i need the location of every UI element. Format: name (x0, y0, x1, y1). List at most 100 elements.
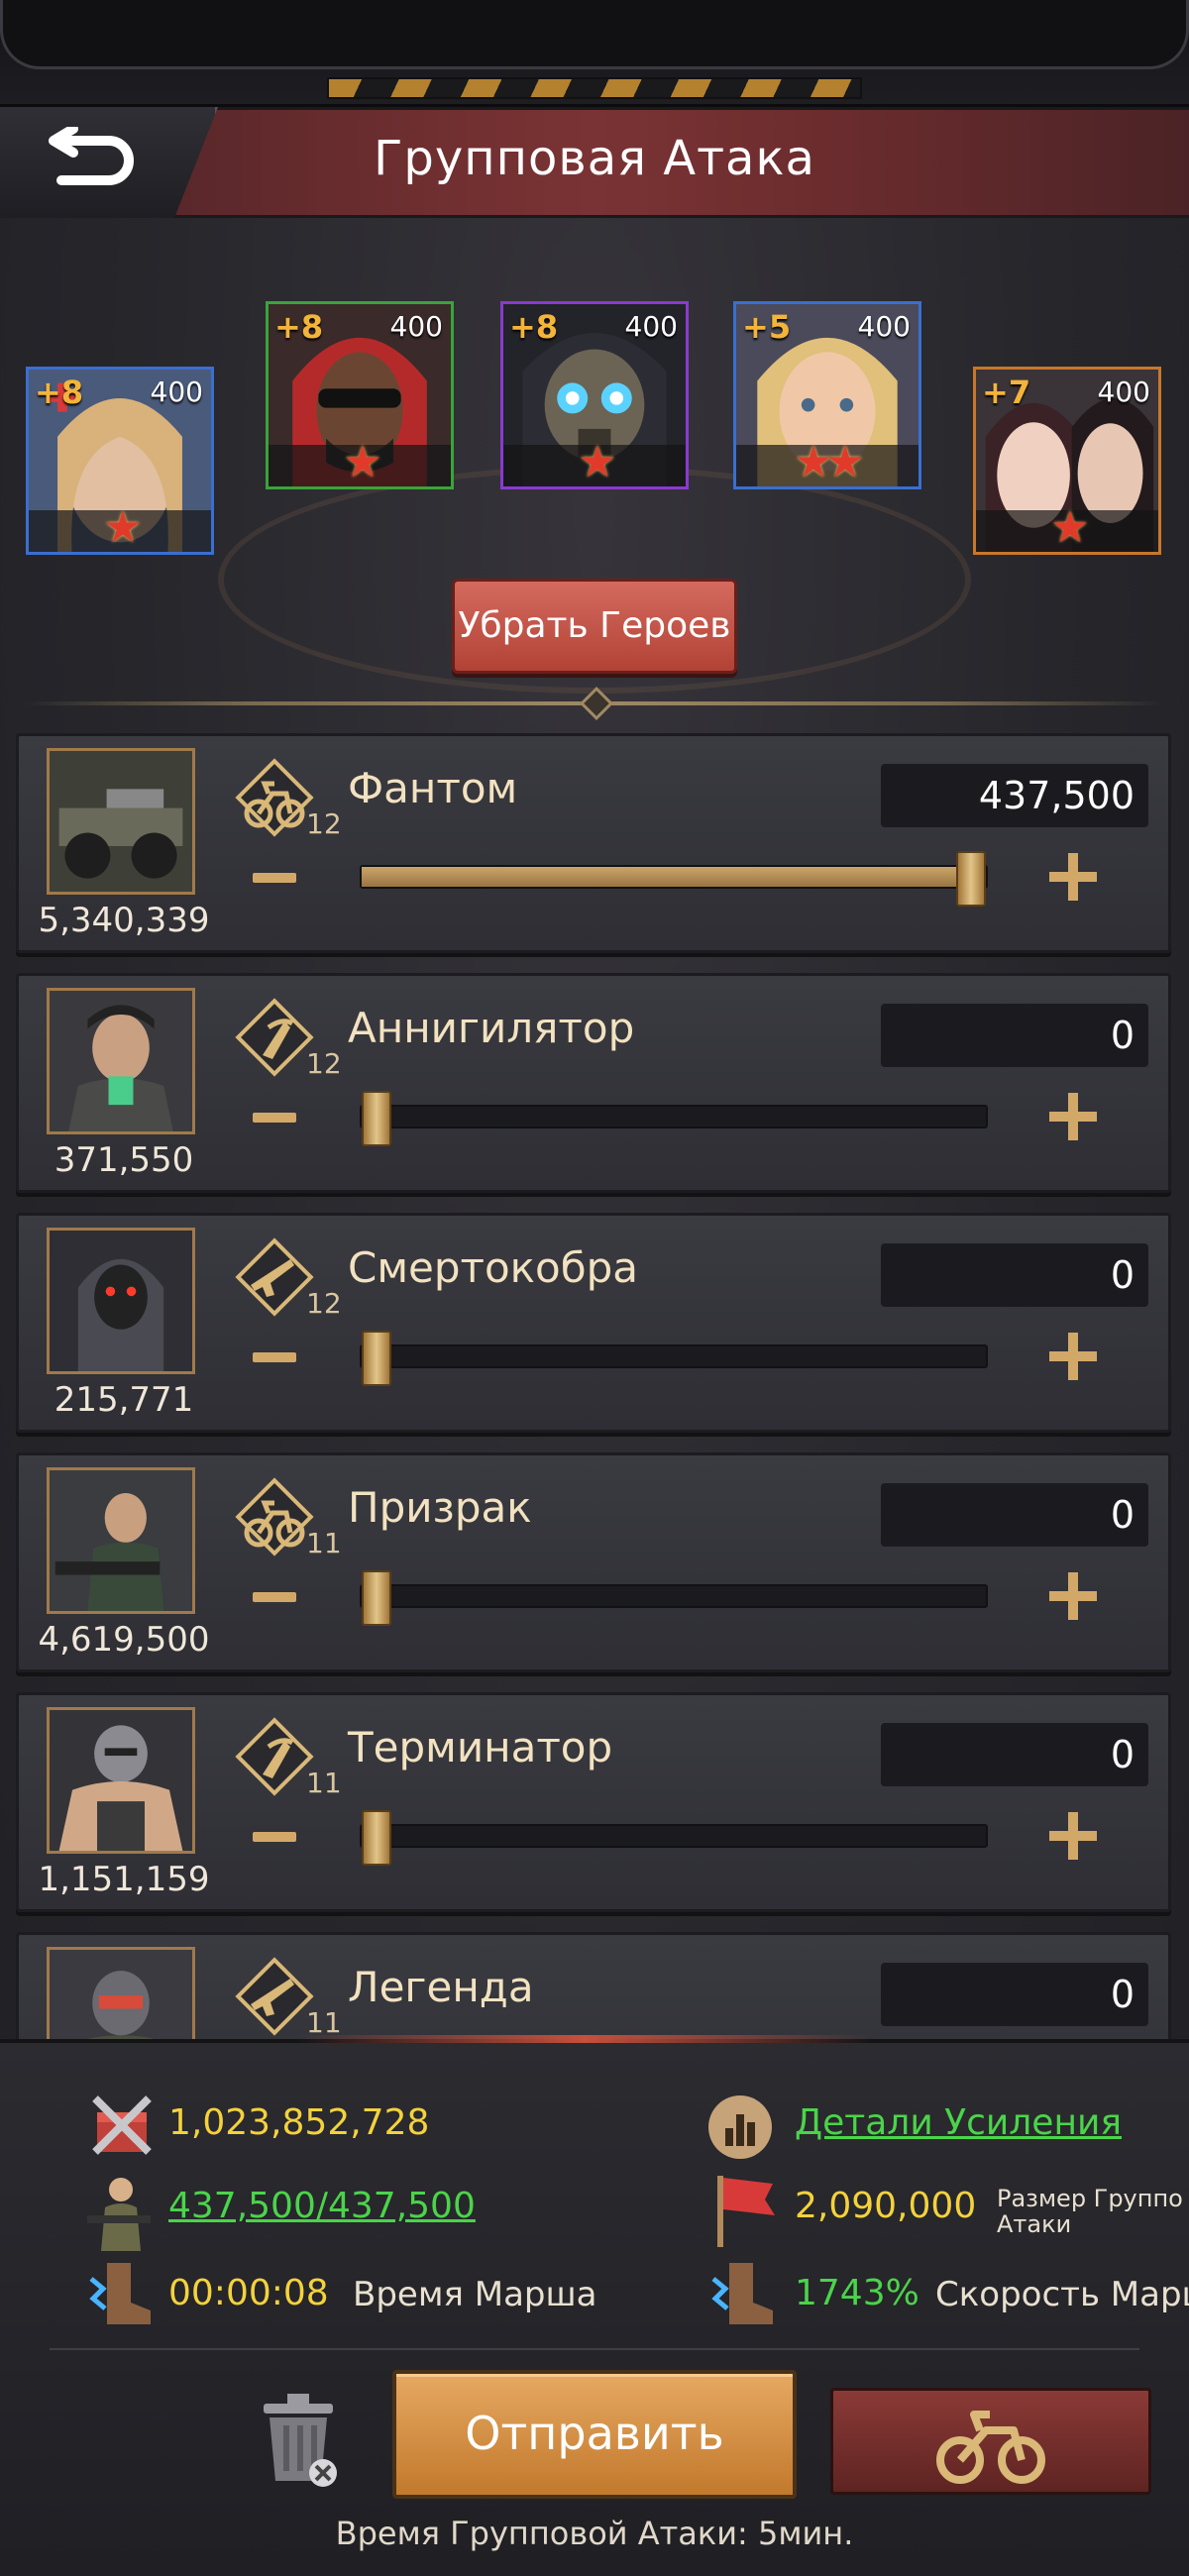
quantity-slider[interactable] (360, 1331, 988, 1386)
unit-quantity-input[interactable]: 0 (881, 1004, 1148, 1067)
hero-level: +5 (742, 308, 792, 346)
increase-button[interactable] (1049, 853, 1097, 901)
slider-handle[interactable] (362, 1091, 391, 1146)
unit-row: 5,340,339 12 Фантом 437,500 (16, 733, 1171, 953)
hero-slot-1[interactable]: +8 400 ★ (26, 367, 214, 555)
unit-available-count: 215,771 (54, 1380, 194, 1420)
unit-row: 371,550 12 Аннигилятор 0 (16, 973, 1171, 1193)
rally-size-value: 2,090,000 (795, 2186, 977, 2226)
unit-quantity-input[interactable]: 0 (881, 1483, 1148, 1547)
boost-details-link[interactable]: Детали Усиления (795, 2102, 1122, 2143)
rally-size-label: Размер Группо Атаки (997, 2186, 1189, 2239)
rocket-icon (235, 998, 314, 1077)
unit-quantity-input[interactable]: 0 (881, 1963, 1148, 2026)
quantity-slider[interactable] (360, 1810, 988, 1866)
quantity-slider[interactable] (360, 851, 988, 907)
unit-tier: 12 (306, 807, 342, 840)
unit-row: 11 Легенда 0 (16, 1932, 1171, 2039)
hero-slot-5[interactable]: +7 400 ★ (973, 367, 1161, 555)
hero-power: 400 (624, 310, 678, 343)
unit-thumbnail (47, 988, 195, 1134)
panel-separator (50, 2348, 1139, 2350)
flag-icon (717, 2176, 775, 2247)
star-icon: ★ (343, 437, 382, 487)
unit-tier: 11 (306, 1767, 342, 1799)
motorcycle-icon (235, 1477, 314, 1556)
unit-thumbnail (47, 1228, 195, 1374)
unit-available-count: 371,550 (54, 1140, 194, 1180)
decrease-button[interactable] (253, 1592, 296, 1602)
unit-thumbnail (47, 1947, 195, 2039)
unit-thumbnail (47, 1467, 195, 1614)
march-time-value: 00:00:08 (168, 2273, 329, 2313)
unit-name: Призрак (348, 1483, 532, 1532)
hero-power: 400 (389, 310, 443, 343)
motorcycle-icon (235, 758, 314, 837)
hero-level: +8 (509, 308, 559, 346)
unit-row: 215,771 12 Смертокобра 0 (16, 1213, 1171, 1433)
unit-name: Легенда (348, 1963, 534, 2011)
unit-available-count: 4,619,500 (38, 1620, 210, 1660)
send-button[interactable]: Отправить (392, 2370, 797, 2499)
hero-slot-4[interactable]: +5 400 ★ ★ (733, 301, 921, 489)
quantity-slider[interactable] (360, 1091, 988, 1146)
slider-handle[interactable] (362, 1570, 391, 1626)
unit-row: 4,619,500 11 Призрак 0 (16, 1452, 1171, 1672)
hero-slot-3[interactable]: +8 400 ★ (500, 301, 689, 489)
decrease-button[interactable] (253, 1113, 296, 1123)
decrease-button[interactable] (253, 873, 296, 883)
hero-level: +8 (274, 308, 324, 346)
hero-slot-2[interactable]: +8 400 ★ (266, 301, 454, 489)
increase-button[interactable] (1049, 1333, 1097, 1380)
page-title: Групповая Атака (374, 131, 815, 186)
remove-heroes-button[interactable]: Убрать Героев (452, 579, 737, 674)
unit-tier: 12 (306, 1047, 342, 1080)
quantity-slider[interactable] (360, 1570, 988, 1626)
march-speed-label: Скорость Марш (935, 2275, 1189, 2314)
power-icon (92, 2095, 152, 2155)
march-boot-icon (89, 2263, 151, 2324)
decrease-button[interactable] (253, 1832, 296, 1842)
unit-name: Аннигилятор (348, 1004, 635, 1052)
hazard-stripes (327, 77, 862, 99)
increase-button[interactable] (1049, 1812, 1097, 1860)
unit-tier: 12 (306, 1287, 342, 1320)
soldier-icon (87, 2178, 151, 2251)
boost-details-icon[interactable] (705, 2093, 775, 2162)
unit-available-count: 1,151,159 (38, 1860, 210, 1899)
hero-power: 400 (1097, 376, 1150, 408)
auto-select-button[interactable] (830, 2388, 1151, 2495)
unit-name: Фантом (348, 764, 518, 812)
unit-row: 1,151,159 11 Терминатор 0 (16, 1692, 1171, 1912)
unit-quantity-input[interactable]: 0 (881, 1243, 1148, 1307)
rally-size-label-line2: Атаки (997, 2210, 1072, 2238)
rally-size-label-line1: Размер Группо (997, 2186, 1183, 2212)
unit-tier: 11 (306, 1527, 342, 1559)
march-time-label: Время Марша (353, 2275, 597, 2314)
rifle-icon (235, 1237, 314, 1317)
rifle-icon (235, 1957, 314, 2036)
panel-glow (297, 2035, 872, 2043)
slider-handle[interactable] (362, 1810, 391, 1866)
unit-thumbnail (47, 748, 195, 895)
march-speed-icon (711, 2263, 773, 2324)
slider-handle[interactable] (956, 851, 986, 907)
total-power: 1,023,852,728 (168, 2102, 430, 2143)
rally-time-note: Время Групповой Атаки: 5мин. (335, 2515, 854, 2552)
slider-handle[interactable] (362, 1331, 391, 1386)
unit-quantity-input[interactable]: 0 (881, 1723, 1148, 1786)
rocket-icon (235, 1717, 314, 1796)
decrease-button[interactable] (253, 1352, 296, 1362)
increase-button[interactable] (1049, 1093, 1097, 1140)
motorcycle-icon (936, 2411, 1045, 2484)
march-speed-value: 1743% (795, 2273, 919, 2313)
increase-button[interactable] (1049, 1572, 1097, 1620)
unit-quantity-input[interactable]: 437,500 (881, 764, 1148, 827)
trash-icon[interactable] (254, 2390, 343, 2489)
star-icon: ★ (825, 437, 865, 487)
unit-list[interactable]: 5,340,339 12 Фантом 437,500 371,550 12 Аннигил… (0, 733, 1189, 2039)
top-frame (0, 0, 1189, 107)
troop-capacity: 437,500/437,500 (168, 2186, 476, 2226)
rally-attack-screen: Групповая Атака +8 400 ★ +8 400 ★ +8 400… (0, 0, 1189, 2576)
top-notch (0, 0, 1189, 69)
